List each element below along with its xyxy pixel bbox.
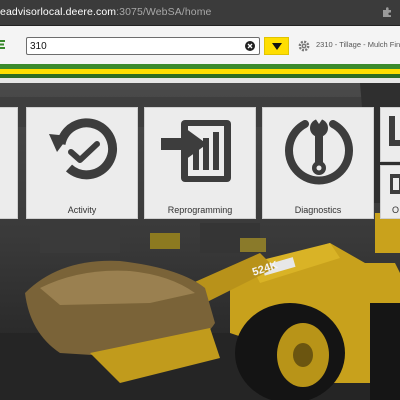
tile-reprogramming[interactable]: Reprogramming — [144, 107, 256, 219]
reprogram-icon — [161, 120, 231, 182]
tile-partial-right-label: O — [392, 205, 400, 215]
wrench-power-icon — [285, 118, 353, 185]
caret-down-icon — [272, 43, 282, 50]
tile-partial-left[interactable] — [0, 107, 18, 219]
partial-tile-icon-2 — [390, 174, 400, 194]
partial-tile-icon — [389, 116, 400, 146]
search-box[interactable] — [26, 37, 260, 55]
url-text[interactable]: eadvisorlocal.deere.com:3075/WebSA/home — [0, 6, 212, 18]
tile-activity-label: Activity — [67, 205, 97, 215]
machine-label: 2310 - Tillage - Mulch Fin — [316, 40, 400, 49]
gear-icon — [298, 40, 310, 52]
machine-selector[interactable]: 2310 - Tillage - Mulch Fin — [298, 37, 400, 55]
tile-diagnostics[interactable]: Diagnostics — [262, 107, 374, 219]
tile-diagnostics-label: Diagnostics — [294, 205, 342, 215]
tile-partial-right-bottom[interactable]: O — [380, 165, 400, 219]
puzzle-icon[interactable] — [380, 5, 394, 19]
tile-reprogramming-label: Reprogramming — [167, 205, 233, 215]
search-input[interactable] — [30, 39, 242, 53]
url-path: :3075/WebSA/home — [116, 6, 212, 18]
browser-address-bar[interactable]: eadvisorlocal.deere.com:3075/WebSA/home — [0, 0, 400, 26]
clear-icon[interactable] — [245, 41, 255, 51]
url-host: eadvisorlocal.deere.com — [0, 6, 117, 18]
deere-logo-fragment — [0, 40, 5, 49]
tile-partial-right-top[interactable] — [380, 107, 400, 162]
history-check-icon — [49, 118, 117, 180]
tile-activity[interactable]: Activity — [26, 107, 138, 219]
search-dropdown-button[interactable] — [264, 37, 289, 55]
